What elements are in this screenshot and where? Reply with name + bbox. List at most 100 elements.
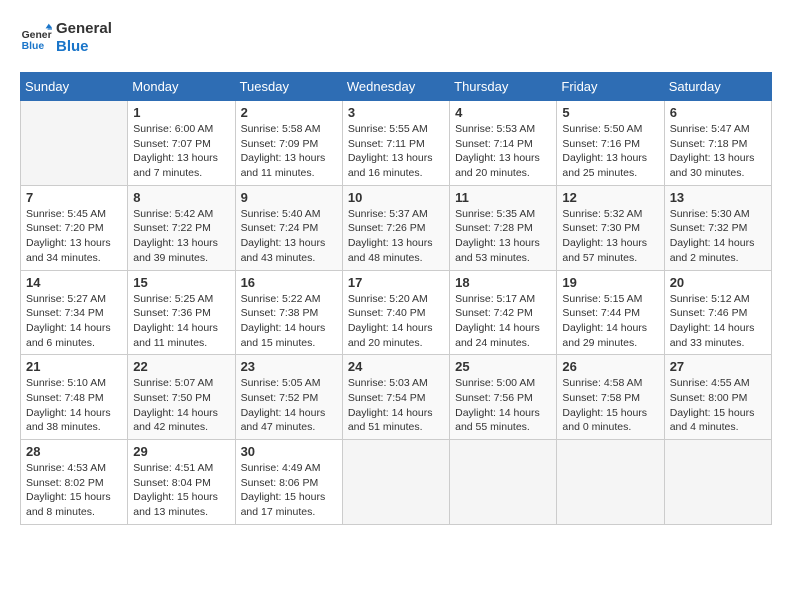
day-cell xyxy=(342,440,449,525)
day-cell: 19 Sunrise: 5:15 AM Sunset: 7:44 PM Dayli… xyxy=(557,270,664,355)
day-number: 15 xyxy=(133,275,229,290)
day-number: 17 xyxy=(348,275,444,290)
day-info: Sunrise: 5:42 AM Sunset: 7:22 PM Dayligh… xyxy=(133,207,229,266)
day-cell: 30 Sunrise: 4:49 AM Sunset: 8:06 PM Dayli… xyxy=(235,440,342,525)
day-number: 1 xyxy=(133,105,229,120)
header-saturday: Saturday xyxy=(664,73,771,101)
day-cell: 11Sunrise: 5:35 AM Sunset: 7:28 PM Dayli… xyxy=(450,185,557,270)
day-info: Sunrise: 5:22 AM Sunset: 7:38 PM Dayligh… xyxy=(241,292,337,351)
day-cell: 6Sunrise: 5:47 AM Sunset: 7:18 PM Daylig… xyxy=(664,101,771,186)
day-cell: 9 Sunrise: 5:40 AM Sunset: 7:24 PM Daylig… xyxy=(235,185,342,270)
day-cell: 20 Sunrise: 5:12 AM Sunset: 7:46 PM Dayli… xyxy=(664,270,771,355)
day-cell: 22Sunrise: 5:07 AM Sunset: 7:50 PM Dayli… xyxy=(128,355,235,440)
header-sunday: Sunday xyxy=(21,73,128,101)
day-info: Sunrise: 5:55 AM Sunset: 7:11 PM Dayligh… xyxy=(348,122,444,181)
day-info: Sunrise: 5:10 AM Sunset: 7:48 PM Dayligh… xyxy=(26,376,122,435)
day-cell: 18 Sunrise: 5:17 AM Sunset: 7:42 PM Dayli… xyxy=(450,270,557,355)
day-cell: 26 Sunrise: 4:58 AM Sunset: 7:58 PM Dayli… xyxy=(557,355,664,440)
day-cell: 14 Sunrise: 5:27 AM Sunset: 7:34 PM Dayli… xyxy=(21,270,128,355)
day-number: 26 xyxy=(562,359,658,374)
day-info: Sunrise: 5:03 AM Sunset: 7:54 PM Dayligh… xyxy=(348,376,444,435)
day-number: 25 xyxy=(455,359,551,374)
page-header: General Blue General Blue xyxy=(20,20,772,56)
day-info: Sunrise: 5:12 AM Sunset: 7:46 PM Dayligh… xyxy=(670,292,766,351)
day-cell xyxy=(557,440,664,525)
day-number: 8 xyxy=(133,190,229,205)
day-number: 20 xyxy=(670,275,766,290)
day-number: 24 xyxy=(348,359,444,374)
day-cell: 15 Sunrise: 5:25 AM Sunset: 7:36 PM Dayli… xyxy=(128,270,235,355)
day-cell xyxy=(450,440,557,525)
day-info: Sunrise: 6:00 AM Sunset: 7:07 PM Dayligh… xyxy=(133,122,229,181)
day-info: Sunrise: 5:37 AM Sunset: 7:26 PM Dayligh… xyxy=(348,207,444,266)
day-cell: 25 Sunrise: 5:00 AM Sunset: 7:56 PM Dayli… xyxy=(450,355,557,440)
day-info: Sunrise: 5:17 AM Sunset: 7:42 PM Dayligh… xyxy=(455,292,551,351)
day-number: 18 xyxy=(455,275,551,290)
logo-icon: General Blue xyxy=(20,22,52,54)
day-info: Sunrise: 5:25 AM Sunset: 7:36 PM Dayligh… xyxy=(133,292,229,351)
day-info: Sunrise: 4:53 AM Sunset: 8:02 PM Dayligh… xyxy=(26,461,122,520)
day-number: 12 xyxy=(562,190,658,205)
day-number: 23 xyxy=(241,359,337,374)
day-number: 19 xyxy=(562,275,658,290)
day-number: 30 xyxy=(241,444,337,459)
day-cell: 8 Sunrise: 5:42 AM Sunset: 7:22 PM Daylig… xyxy=(128,185,235,270)
day-cell: 3 Sunrise: 5:55 AM Sunset: 7:11 PM Daylig… xyxy=(342,101,449,186)
day-number: 9 xyxy=(241,190,337,205)
day-info: Sunrise: 5:58 AM Sunset: 7:09 PM Dayligh… xyxy=(241,122,337,181)
day-info: Sunrise: 5:15 AM Sunset: 7:44 PM Dayligh… xyxy=(562,292,658,351)
day-info: Sunrise: 5:45 AM Sunset: 7:20 PM Dayligh… xyxy=(26,207,122,266)
day-number: 13 xyxy=(670,190,766,205)
header-thursday: Thursday xyxy=(450,73,557,101)
svg-text:Blue: Blue xyxy=(22,41,45,52)
day-info: Sunrise: 4:58 AM Sunset: 7:58 PM Dayligh… xyxy=(562,376,658,435)
week-row-4: 21 Sunrise: 5:10 AM Sunset: 7:48 PM Dayli… xyxy=(21,355,772,440)
week-row-2: 7 Sunrise: 5:45 AM Sunset: 7:20 PM Daylig… xyxy=(21,185,772,270)
day-cell xyxy=(664,440,771,525)
day-info: Sunrise: 5:07 AM Sunset: 7:50 PM Dayligh… xyxy=(133,376,229,435)
day-cell: 7 Sunrise: 5:45 AM Sunset: 7:20 PM Daylig… xyxy=(21,185,128,270)
day-number: 21 xyxy=(26,359,122,374)
day-info: Sunrise: 4:49 AM Sunset: 8:06 PM Dayligh… xyxy=(241,461,337,520)
day-info: Sunrise: 5:47 AM Sunset: 7:18 PM Dayligh… xyxy=(670,122,766,181)
day-number: 4 xyxy=(455,105,551,120)
calendar-table: SundayMondayTuesdayWednesdayThursdayFrid… xyxy=(20,72,772,525)
day-cell xyxy=(21,101,128,186)
day-cell: 10Sunrise: 5:37 AM Sunset: 7:26 PM Dayli… xyxy=(342,185,449,270)
day-info: Sunrise: 4:55 AM Sunset: 8:00 PM Dayligh… xyxy=(670,376,766,435)
day-number: 3 xyxy=(348,105,444,120)
day-info: Sunrise: 5:32 AM Sunset: 7:30 PM Dayligh… xyxy=(562,207,658,266)
logo: General Blue General Blue xyxy=(20,20,112,56)
day-cell: 5Sunrise: 5:50 AM Sunset: 7:16 PM Daylig… xyxy=(557,101,664,186)
day-info: Sunrise: 5:00 AM Sunset: 7:56 PM Dayligh… xyxy=(455,376,551,435)
week-row-5: 28 Sunrise: 4:53 AM Sunset: 8:02 PM Dayli… xyxy=(21,440,772,525)
day-cell: 17 Sunrise: 5:20 AM Sunset: 7:40 PM Dayli… xyxy=(342,270,449,355)
day-number: 14 xyxy=(26,275,122,290)
day-cell: 24 Sunrise: 5:03 AM Sunset: 7:54 PM Dayli… xyxy=(342,355,449,440)
day-cell: 28 Sunrise: 4:53 AM Sunset: 8:02 PM Dayli… xyxy=(21,440,128,525)
day-cell: 21 Sunrise: 5:10 AM Sunset: 7:48 PM Dayli… xyxy=(21,355,128,440)
day-info: Sunrise: 5:53 AM Sunset: 7:14 PM Dayligh… xyxy=(455,122,551,181)
day-number: 7 xyxy=(26,190,122,205)
day-cell: 1 Sunrise: 6:00 AM Sunset: 7:07 PM Daylig… xyxy=(128,101,235,186)
day-number: 2 xyxy=(241,105,337,120)
day-cell: 12 Sunrise: 5:32 AM Sunset: 7:30 PM Dayli… xyxy=(557,185,664,270)
logo-text-blue: Blue xyxy=(56,38,112,56)
day-cell: 4 Sunrise: 5:53 AM Sunset: 7:14 PM Daylig… xyxy=(450,101,557,186)
day-info: Sunrise: 4:51 AM Sunset: 8:04 PM Dayligh… xyxy=(133,461,229,520)
day-cell: 27 Sunrise: 4:55 AM Sunset: 8:00 PM Dayli… xyxy=(664,355,771,440)
day-number: 29 xyxy=(133,444,229,459)
day-info: Sunrise: 5:40 AM Sunset: 7:24 PM Dayligh… xyxy=(241,207,337,266)
day-number: 28 xyxy=(26,444,122,459)
header-monday: Monday xyxy=(128,73,235,101)
day-info: Sunrise: 5:05 AM Sunset: 7:52 PM Dayligh… xyxy=(241,376,337,435)
header-row: SundayMondayTuesdayWednesdayThursdayFrid… xyxy=(21,73,772,101)
day-number: 16 xyxy=(241,275,337,290)
day-info: Sunrise: 5:27 AM Sunset: 7:34 PM Dayligh… xyxy=(26,292,122,351)
header-tuesday: Tuesday xyxy=(235,73,342,101)
week-row-3: 14 Sunrise: 5:27 AM Sunset: 7:34 PM Dayli… xyxy=(21,270,772,355)
day-info: Sunrise: 5:20 AM Sunset: 7:40 PM Dayligh… xyxy=(348,292,444,351)
day-cell: 13Sunrise: 5:30 AM Sunset: 7:32 PM Dayli… xyxy=(664,185,771,270)
day-number: 27 xyxy=(670,359,766,374)
day-info: Sunrise: 5:35 AM Sunset: 7:28 PM Dayligh… xyxy=(455,207,551,266)
